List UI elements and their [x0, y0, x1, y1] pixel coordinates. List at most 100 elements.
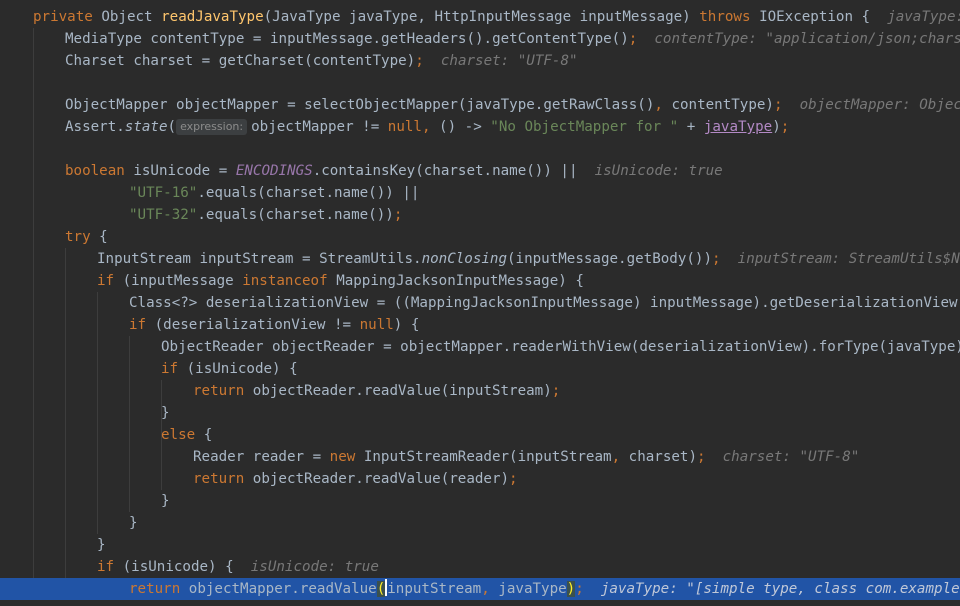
code-token: objectReader.readValue(inputStream) [252, 383, 552, 399]
code-token: (inputMessage.getBody()) [507, 251, 713, 267]
code-line[interactable]: else { [0, 424, 960, 446]
code-token: ( [376, 581, 386, 597]
keyword-token: ; [415, 53, 424, 69]
code-token: objectReader.readValue(reader) [252, 471, 510, 487]
code-token: MappingJacksonInputMessage) { [336, 273, 584, 289]
code-line[interactable]: "UTF-32".equals(charset.name()); [0, 204, 960, 226]
inline-debug-value: objectMapper: ObjectMapper@12345 [799, 97, 960, 113]
code-line[interactable]: private Object readJavaType(JavaType jav… [0, 6, 960, 28]
keyword-token: ; [780, 119, 790, 135]
code-token: () -> [439, 119, 491, 135]
keyword-token: throws [699, 9, 760, 25]
code-token: MediaType contentType = inputMessage.get… [65, 31, 629, 47]
code-token: InputStreamReader(inputStream [363, 449, 612, 465]
keyword-token: new [329, 449, 364, 465]
code-token: .equals(charset.name()) || [197, 185, 420, 201]
code-token: + [678, 119, 704, 135]
code-token: } [161, 493, 170, 509]
keyword-token: , [654, 97, 672, 113]
keyword-token: ; [551, 383, 561, 399]
code-line[interactable]: try { [0, 226, 960, 248]
code-token: ) { [393, 317, 420, 333]
keyword-token: return [193, 471, 253, 487]
code-token: Assert. [65, 119, 125, 135]
keyword-token: ; [509, 471, 518, 487]
code-token: (deserializationView != [154, 317, 360, 333]
keyword-token: ; [773, 97, 783, 113]
code-line[interactable]: } [0, 490, 960, 512]
code-token: } [97, 537, 106, 553]
keyword-token: try [65, 229, 100, 245]
code-line[interactable] [0, 138, 960, 160]
string-literal: "UTF-32" [129, 207, 198, 223]
code-editor[interactable]: ··· private Object readJavaType(JavaType… [0, 0, 960, 606]
code-line[interactable]: Charset charset = getCharset(contentType… [0, 50, 960, 72]
code-line[interactable]: } [0, 402, 960, 424]
code-line[interactable]: if (isUnicode) { [0, 358, 960, 380]
keyword-token: ; [575, 581, 584, 597]
inline-debug-value: javaType: "[simple type, class com.examp… [600, 581, 960, 597]
code-token: ObjectMapper objectMapper = selectObject… [65, 97, 655, 113]
code-token: } [161, 405, 170, 421]
keyword-token: , [611, 449, 629, 465]
keyword-token: , [421, 119, 440, 135]
keyword-token: else [161, 427, 204, 443]
code-token: (JavaType javaType, HttpInputMessage inp… [263, 9, 700, 25]
code-token: ENCODINGS [235, 163, 313, 179]
code-line[interactable]: if (isUnicode) { isUnicode: true [0, 556, 960, 578]
code-line[interactable]: InputStream inputStream = StreamUtils.no… [0, 248, 960, 270]
code-token: inputStream [387, 581, 482, 597]
method-name: readJavaType [161, 9, 264, 25]
code-line-current[interactable]: return objectMapper.readValue(inputStrea… [0, 578, 960, 600]
inline-debug-value: javaType: "[simple type, class com.examp… [887, 9, 960, 25]
code-token: } [129, 515, 138, 531]
code-token: (isUnicode) { [122, 559, 251, 575]
code-token: ) [566, 581, 576, 597]
code-line[interactable]: return objectReader.readValue(inputStrea… [0, 380, 960, 402]
keyword-token: return [129, 581, 189, 597]
code-token: { [99, 229, 108, 245]
code-token: .equals(charset.name()) [197, 207, 394, 223]
code-line[interactable]: "UTF-16".equals(charset.name()) || [0, 182, 960, 204]
keyword-token: return [193, 383, 253, 399]
code-token: state [124, 119, 168, 135]
code-line[interactable]: ObjectReader objectReader = objectMapper… [0, 336, 960, 358]
keyword-token: null [387, 119, 422, 135]
code-token: charset) [628, 449, 697, 465]
code-token: ) [772, 119, 781, 135]
code-line[interactable]: ObjectMapper objectMapper = selectObject… [0, 94, 960, 116]
code-line[interactable]: Class<?> deserializationView = ((Mapping… [0, 292, 960, 314]
code-line[interactable]: Reader reader = new InputStreamReader(in… [0, 446, 960, 468]
keyword-token: if [97, 273, 123, 289]
code-token: (isUnicode) { [186, 361, 298, 377]
code-token: Class<?> deserializationView = ((Mapping… [129, 295, 960, 311]
code-line[interactable]: } [0, 512, 960, 534]
code-token: ObjectReader objectReader = objectMapper… [161, 339, 960, 355]
code-line[interactable]: MediaType contentType = inputMessage.get… [0, 28, 960, 50]
code-token: objectMapper != [251, 119, 388, 135]
keyword-token: if [129, 317, 155, 333]
inline-debug-value: isUnicode: true [594, 163, 723, 179]
code-line[interactable]: Assert.state(expression: objectMapper != … [0, 116, 960, 138]
keyword-token: boolean [65, 163, 134, 179]
code-line[interactable] [0, 72, 960, 94]
parameter-name-hint: expression: [176, 119, 248, 135]
code-token: javaType [703, 119, 773, 135]
code-token: Charset charset = getCharset(contentType… [65, 53, 416, 69]
code-line[interactable]: if (deserializationView != null) { [0, 314, 960, 336]
keyword-token: if [97, 559, 123, 575]
code-line[interactable]: if (inputMessage instanceof MappingJacks… [0, 270, 960, 292]
inline-debug-value: inputStream: StreamUtils$NonClosingInput… [737, 251, 960, 267]
string-literal: "No ObjectMapper for " [490, 119, 679, 135]
code-line[interactable]: return objectReader.readValue(reader); [0, 468, 960, 490]
inline-debug-value: isUnicode: true [250, 559, 379, 575]
code-token: { [203, 427, 213, 443]
code-token: Object [101, 9, 162, 25]
keyword-token: ; [628, 31, 638, 47]
code-line[interactable]: } [0, 534, 960, 556]
code-line[interactable]: boolean isUnicode = ENCODINGS.containsKe… [0, 160, 960, 182]
code-token: ( [167, 119, 177, 135]
